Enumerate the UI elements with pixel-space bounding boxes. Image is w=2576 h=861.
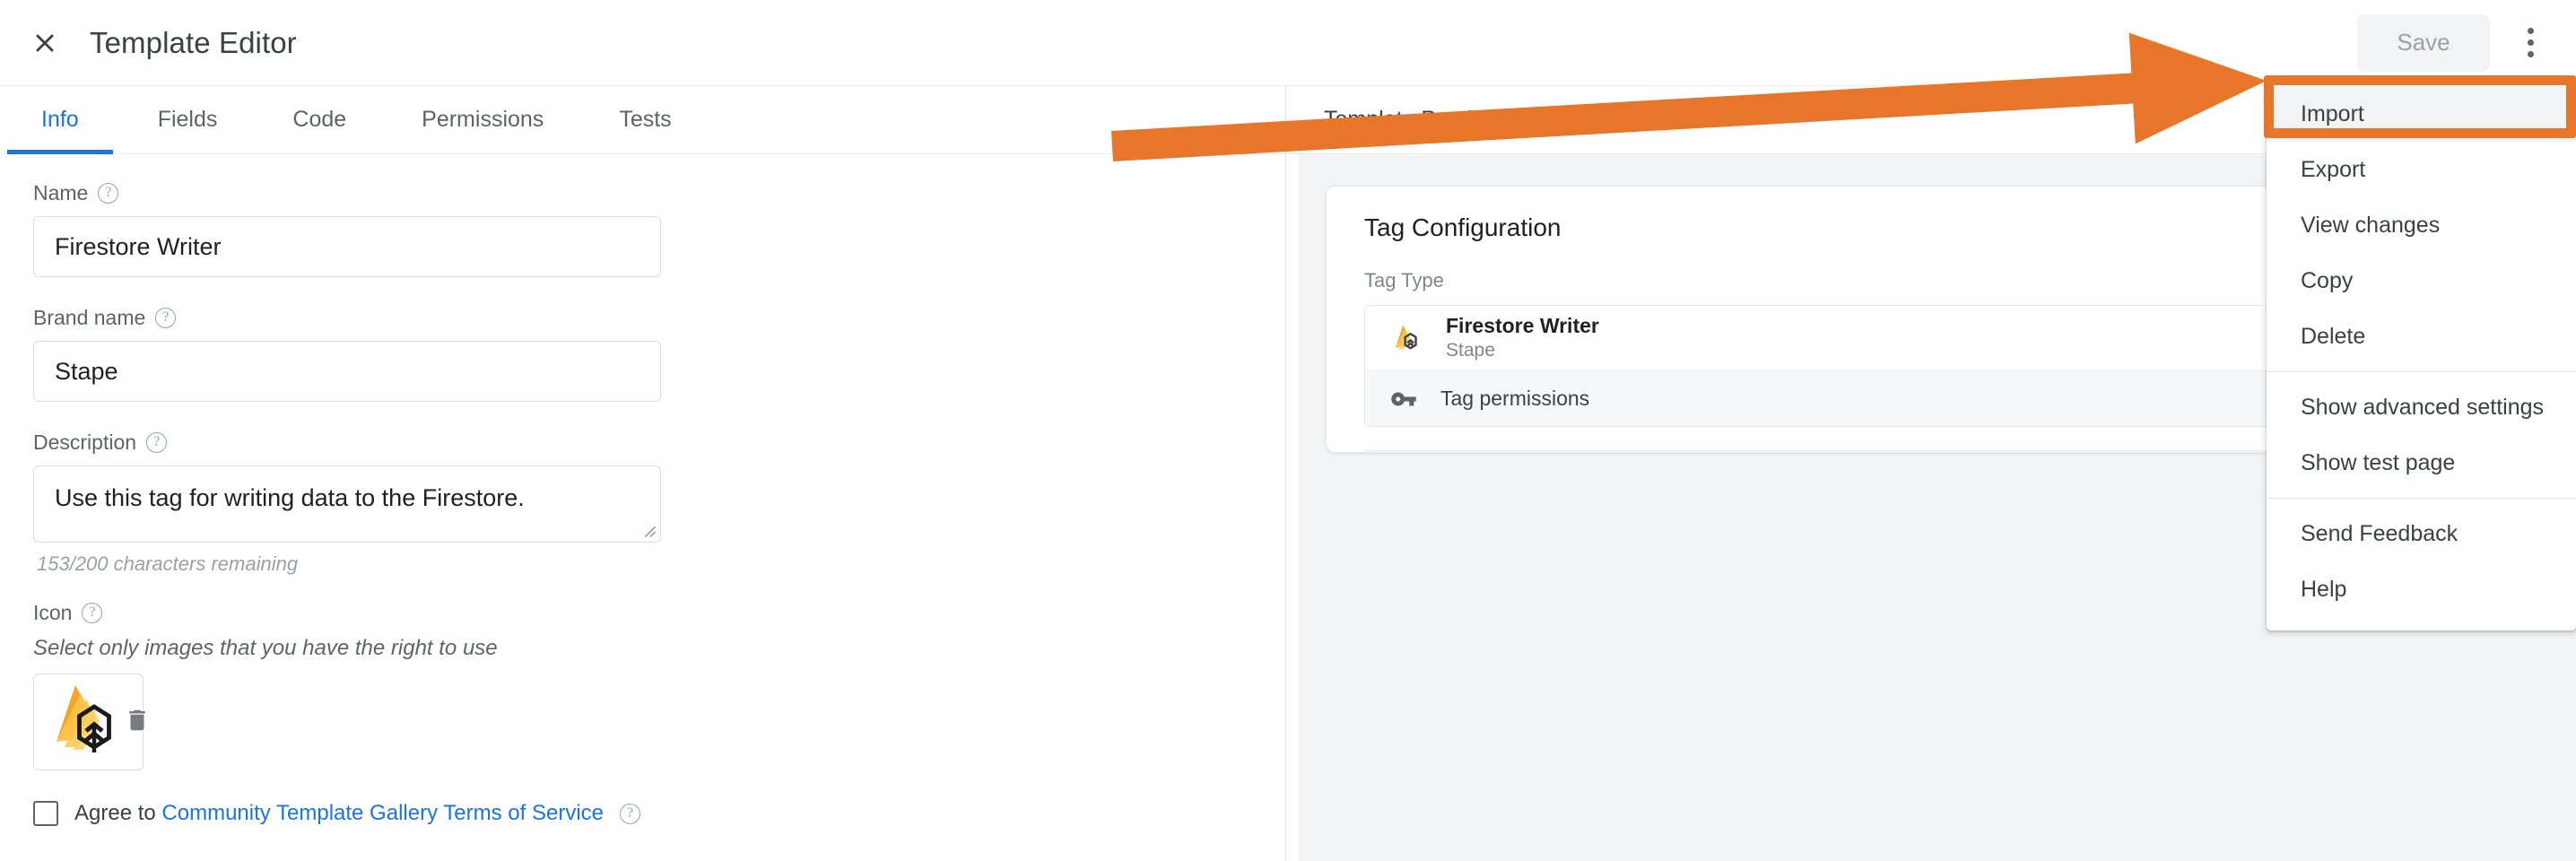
more-vert-icon <box>2527 39 2534 46</box>
editor-left-pane: Info Fields Code Permissions Tests Name … <box>0 86 1285 861</box>
agree-checkbox[interactable] <box>33 801 58 826</box>
tab-permissions[interactable]: Permissions <box>384 86 581 154</box>
field-description-label-row: Description ? <box>33 430 1285 455</box>
more-vert-icon <box>2527 28 2534 34</box>
tab-tests-label: Tests <box>619 107 672 132</box>
help-circle-icon[interactable]: ? <box>155 308 177 328</box>
more-vert-icon <box>2527 51 2534 57</box>
menu-divider <box>2267 371 2576 372</box>
tab-code[interactable]: Code <box>255 86 384 154</box>
close-icon <box>30 28 60 58</box>
field-brand-name: Brand name ? Stape <box>33 306 1285 402</box>
top-app-bar: Template Editor Save <box>0 0 2576 86</box>
tag-permissions-label: Tag permissions <box>1440 387 1590 410</box>
agree-prefix-label: Agree to <box>74 801 162 825</box>
tab-permissions-label: Permissions <box>422 107 544 132</box>
agree-terms-text: Agree to Community Template Gallery Term… <box>74 801 604 826</box>
editor-tabs: Info Fields Code Permissions Tests <box>0 86 1285 154</box>
menu-item-copy[interactable]: Copy <box>2267 253 2576 309</box>
menu-divider <box>2267 498 2576 499</box>
key-icon <box>1390 385 1419 413</box>
field-name: Name ? Firestore Writer <box>33 181 1285 277</box>
menu-item-import[interactable]: Import <box>2267 86 2576 142</box>
field-icon: Icon ? Select only images that you have … <box>33 601 1285 770</box>
delete-icon-button[interactable] <box>111 696 163 748</box>
agree-terms-row: Agree to Community Template Gallery Term… <box>33 801 1285 826</box>
field-description: Description ? Use this tag for writing d… <box>33 430 1285 576</box>
trash-icon <box>124 707 151 738</box>
description-textarea[interactable]: Use this tag for writing data to the Fir… <box>33 465 661 543</box>
tag-type-row[interactable]: Firestore Writer Stape <box>1365 306 2407 370</box>
menu-item-show-advanced-settings[interactable]: Show advanced settings <box>2267 379 2576 435</box>
help-circle-icon[interactable]: ? <box>146 432 168 453</box>
menu-item-export[interactable]: Export <box>2267 142 2576 197</box>
field-icon-label-row: Icon ? <box>33 601 1285 625</box>
name-input[interactable]: Firestore Writer <box>33 216 661 277</box>
help-circle-icon[interactable]: ? <box>620 803 641 824</box>
description-textarea-wrap: Use this tag for writing data to the Fir… <box>33 465 661 543</box>
menu-item-delete[interactable]: Delete <box>2267 309 2576 364</box>
menu-item-view-changes[interactable]: View changes <box>2267 197 2576 253</box>
tag-type-box: Firestore Writer Stape Tag permissions <box>1364 305 2408 427</box>
terms-of-service-link[interactable]: Community Template Gallery Terms of Serv… <box>161 801 604 825</box>
help-circle-icon[interactable]: ? <box>98 183 119 204</box>
top-bar-actions: Save <box>2357 13 2576 72</box>
close-button[interactable] <box>20 18 70 68</box>
tab-fields-label: Fields <box>157 107 218 132</box>
tab-tests[interactable]: Tests <box>581 86 709 154</box>
tab-code-label: Code <box>292 107 347 132</box>
options-dropdown-menu: Import Export View changes Copy Delete S… <box>2267 79 2576 631</box>
more-options-button[interactable] <box>2502 15 2558 71</box>
tab-fields[interactable]: Fields <box>120 86 256 154</box>
field-brand-name-label-row: Brand name ? <box>33 306 1285 330</box>
save-button[interactable]: Save <box>2357 13 2490 72</box>
page-title: Template Editor <box>90 25 297 59</box>
tag-type-brand: Stape <box>1446 339 1495 361</box>
field-icon-label: Icon <box>33 601 73 624</box>
tab-info-label: Info <box>41 107 79 132</box>
description-char-count: 153/200 characters remaining <box>37 552 299 575</box>
template-info-form: Name ? Firestore Writer Brand name ? Sta… <box>0 154 1285 826</box>
brand-name-input[interactable]: Stape <box>33 341 661 402</box>
tag-permissions-row[interactable]: Tag permissions <box>1365 370 2407 426</box>
field-brand-name-label: Brand name <box>33 306 146 329</box>
tag-type-name: Firestore Writer <box>1446 314 1599 338</box>
field-description-label: Description <box>33 430 137 454</box>
icon-preview-row <box>33 674 1285 770</box>
menu-item-show-test-page[interactable]: Show test page <box>2267 435 2576 491</box>
help-circle-icon[interactable]: ? <box>82 603 103 623</box>
field-name-label: Name <box>33 181 89 204</box>
field-name-label-row: Name ? <box>33 181 1285 205</box>
icon-usage-note: Select only images that you have the rig… <box>33 636 498 660</box>
firebase-logo-icon <box>1390 321 1424 355</box>
tag-type-text: Firestore Writer Stape <box>1446 314 1599 362</box>
menu-item-help[interactable]: Help <box>2267 561 2576 617</box>
menu-item-send-feedback[interactable]: Send Feedback <box>2267 506 2576 561</box>
tab-info[interactable]: Info <box>0 86 120 154</box>
